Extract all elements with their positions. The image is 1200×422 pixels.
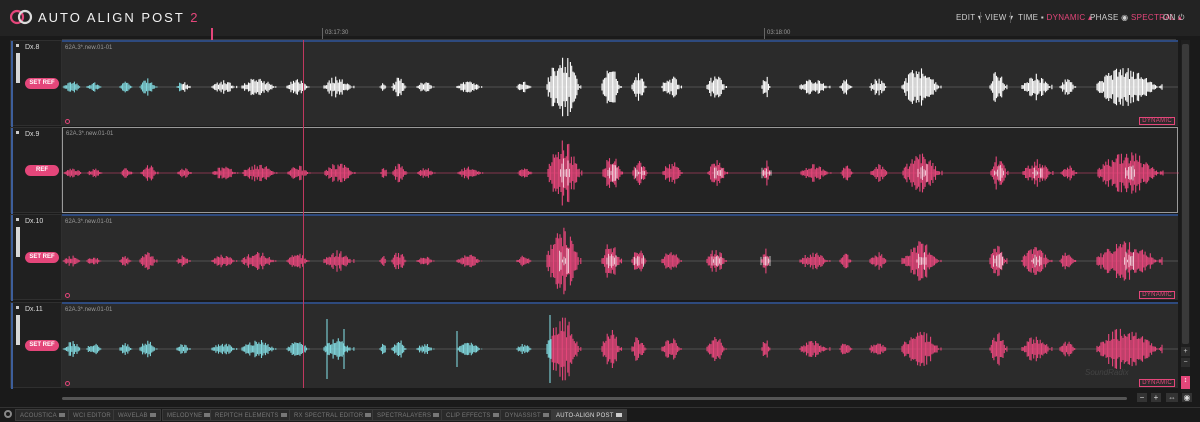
clip-name: 62A.3*.new.01-01 [65, 45, 113, 51]
track-lane[interactable]: 62A.3*.new.01-01 DYNAMIC [62, 214, 1178, 300]
track-name: Dx.9 [25, 131, 40, 138]
tab-auto-align-post[interactable]: AUTO-ALIGN POST [551, 409, 627, 421]
waveform [62, 57, 1178, 117]
menu-separator [980, 12, 981, 23]
track-edge [11, 215, 13, 301]
level-meter [16, 53, 20, 83]
app-logo-icon [10, 9, 33, 25]
vertical-scroll-thumb[interactable] [1182, 44, 1189, 344]
track-name: Dx.11 [25, 306, 43, 313]
set-ref-button[interactable]: SET REF [25, 340, 59, 351]
app-version: 2 [190, 10, 200, 25]
view-options-icon[interactable]: ◉ [1182, 393, 1192, 402]
track-dx11: Dx.11 SET REF 62A.3*.new.01-01 DYNAMIC [10, 302, 1178, 389]
track-dx8: Dx.8 SET REF 62A.3*.new.01-01 DYNAMIC [10, 40, 1178, 127]
clip-name: 62A.3*.new.01-01 [65, 307, 113, 313]
time-value: DYNAMIC ▴ [1046, 13, 1093, 22]
tab-rx-spectral-editor[interactable]: RX SPECTRAL EDITOR [289, 409, 377, 421]
set-ref-button[interactable]: SET REF [25, 252, 59, 263]
tab-dynassist[interactable]: DYNASSIST [500, 409, 554, 421]
playhead-marker[interactable] [211, 28, 213, 40]
dynamic-badge: DYNAMIC [1139, 379, 1175, 387]
add-point-icon[interactable] [65, 381, 70, 386]
meter-peak-icon [16, 306, 19, 309]
track-header: Dx.8 SET REF [10, 40, 62, 127]
track-edge [11, 303, 13, 389]
tab-acoustica[interactable]: ACOUSTICA [15, 409, 70, 421]
track-edge [11, 41, 13, 127]
waveform [62, 315, 1178, 383]
dynamic-badge: DYNAMIC [1139, 117, 1175, 125]
track-height-icon[interactable]: ↕ [1181, 376, 1190, 389]
track-dx9: Dx.9 REF 62A.3*.new.01-01 [10, 127, 1179, 214]
track-name: Dx.8 [25, 44, 40, 51]
timeline-ruler[interactable]: 03:17:30 03:18:00 [62, 28, 1176, 40]
time-label: TIME ▪ [1018, 13, 1044, 22]
playhead-line[interactable] [303, 40, 304, 388]
level-meter [16, 227, 20, 257]
menu-separator [1010, 12, 1011, 23]
tab-clip-effects[interactable]: CLIP EFFECTS [441, 409, 504, 421]
add-point-icon[interactable] [65, 293, 70, 298]
meter-peak-icon [16, 44, 19, 47]
ruler-tick-label: 03:18:00 [767, 30, 791, 36]
tab-spectralayers[interactable]: SPECTRALAYERS [372, 409, 445, 421]
dynamic-badge: DYNAMIC [1139, 291, 1175, 299]
ruler-tick-line [764, 28, 765, 39]
ruler-tick-label: 03:17:30 [325, 30, 349, 36]
watermark-logo: SoundRadix [1085, 368, 1129, 377]
track-edge [11, 128, 13, 214]
tab-wavelab[interactable]: WAVELAB [113, 409, 161, 421]
waveform [63, 140, 1179, 206]
clip-name: 62A.3*.new.01-01 [65, 219, 113, 225]
track-name: Dx.10 [25, 218, 44, 225]
tab-melodyne[interactable]: MELODYNE [162, 409, 216, 421]
horizontal-scrollbar[interactable] [62, 397, 1127, 400]
set-ref-button[interactable]: SET REF [25, 78, 59, 89]
time-mode-menu[interactable]: TIME ▪ DYNAMIC ▴ [1018, 13, 1092, 22]
zoom-out-button[interactable]: − [1137, 393, 1147, 402]
zoom-out-icon[interactable]: − [1181, 358, 1190, 367]
edit-menu[interactable]: EDIT ▾ [956, 13, 982, 22]
gear-icon[interactable] [4, 410, 12, 418]
phase-label: PHASE ◉ [1090, 13, 1129, 22]
ruler-tick-line [322, 28, 323, 39]
ref-button[interactable]: REF [25, 165, 59, 176]
power-toggle[interactable]: ON ⏻ [1163, 13, 1185, 23]
app-title: AUTO ALIGN POST 2 [38, 10, 199, 25]
zoom-in-icon[interactable]: + [1181, 347, 1190, 356]
track-dx10: Dx.10 SET REF 62A.3*.new.01-01 DYNAMIC [10, 214, 1178, 301]
power-label: ON ⏻ [1163, 13, 1185, 22]
fit-view-icon[interactable]: ⇔ [1166, 393, 1178, 402]
waveform [62, 227, 1178, 295]
track-header: Dx.9 REF [10, 127, 62, 214]
meter-peak-icon [16, 131, 19, 134]
track-lane[interactable]: 62A.3*.new.01-01 DYNAMIC [62, 302, 1178, 388]
track-header: Dx.10 SET REF [10, 214, 62, 301]
clip-name: 62A.3*.new.01-01 [66, 131, 114, 137]
meter-peak-icon [16, 218, 19, 221]
track-lane[interactable]: 62A.3*.new.01-01 [62, 127, 1179, 213]
level-meter [16, 315, 20, 345]
app-title-text: AUTO ALIGN POST [38, 10, 185, 25]
track-header: Dx.11 SET REF [10, 302, 62, 389]
add-point-icon[interactable] [65, 119, 70, 124]
track-lane[interactable]: 62A.3*.new.01-01 DYNAMIC [62, 40, 1178, 126]
zoom-in-button[interactable]: + [1151, 393, 1161, 402]
tab-repitch-elements[interactable]: REPITCH ELEMENTS [210, 409, 292, 421]
